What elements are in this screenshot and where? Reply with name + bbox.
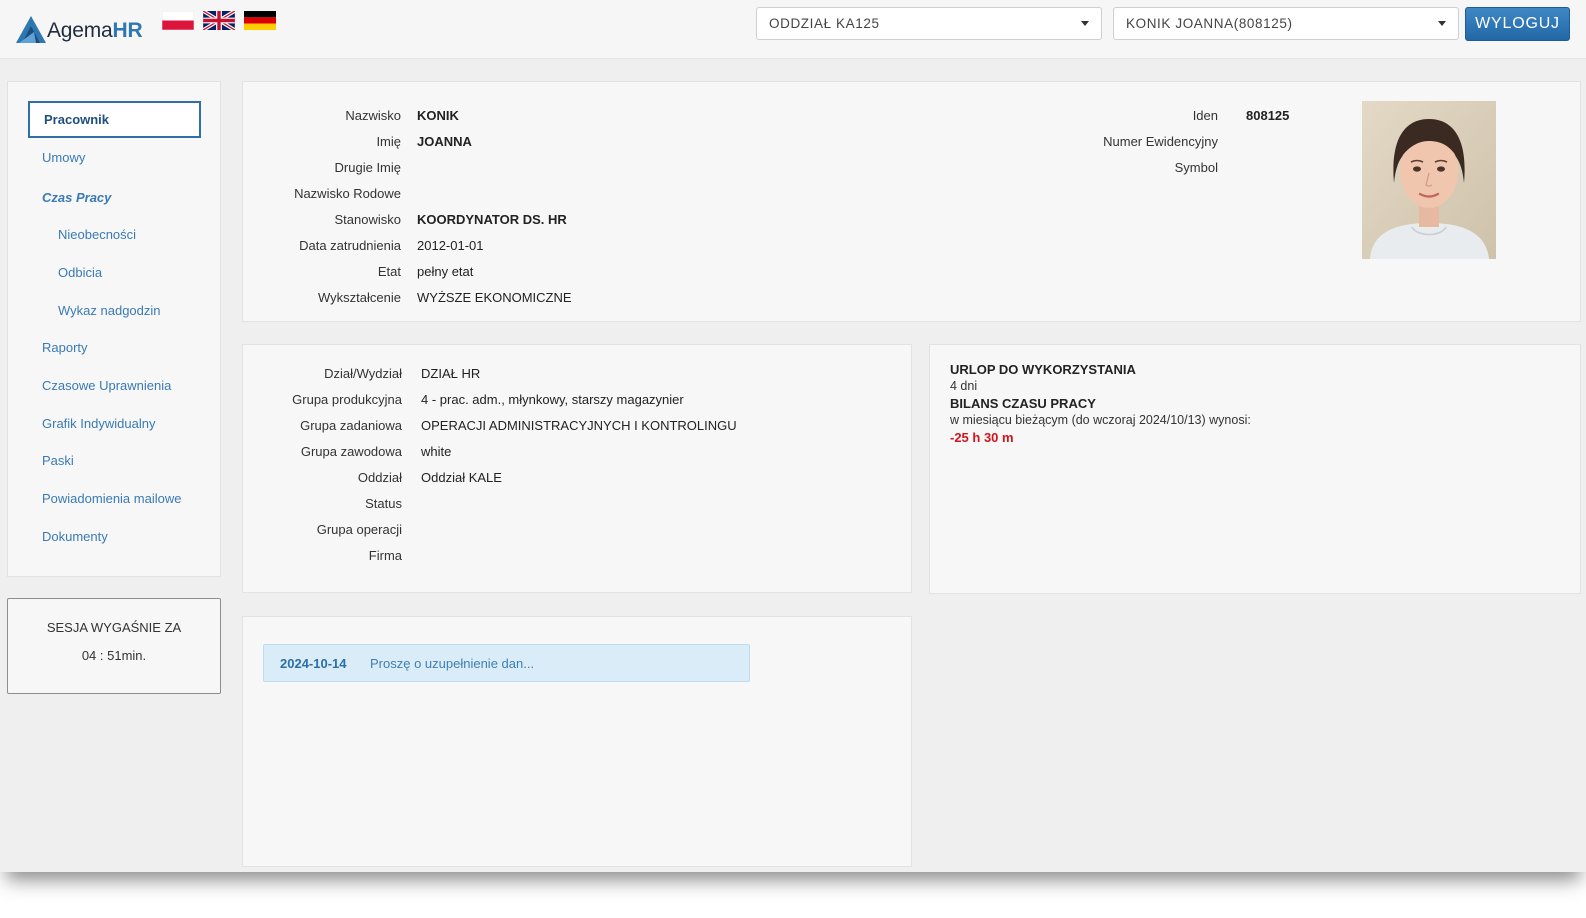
field-label: Imię [376, 134, 401, 149]
field-label: Oddział [357, 470, 402, 485]
field-label: Status [365, 496, 402, 511]
branch-value: Oddział KALE [421, 470, 502, 485]
employee-select-value: KONIK JOANNA(808125) [1126, 16, 1293, 31]
field-label: Symbol [1174, 160, 1218, 175]
field-label: Grupa zawodowa [300, 444, 402, 459]
surname-value: KONIK [417, 108, 459, 123]
session-expiry-time: 04 : 51min. [81, 648, 147, 663]
top-bar: AgemaHR ODDZIAŁ KA125 KONIK JOANNA(80812… [0, 0, 1586, 59]
sidebar-item-odbicia[interactable]: Odbicia [58, 265, 102, 280]
field-label: Iden [1192, 108, 1218, 123]
logout-button[interactable]: WYLOGUJ [1465, 7, 1570, 41]
brand-name-bold: HR [112, 19, 143, 42]
messages-panel: 2024-10-14 Proszę o uzupełnienie dan... [242, 616, 912, 867]
department-value: DZIAŁ HR [421, 366, 481, 381]
chevron-down-icon [1081, 21, 1089, 26]
app-window: AgemaHR ODDZIAŁ KA125 KONIK JOANNA(80812… [0, 0, 1586, 872]
chevron-down-icon [1438, 21, 1446, 26]
session-expiry-label: SESJA WYGAŚNIE ZA [46, 620, 182, 635]
field-label: Nazwisko [345, 108, 401, 123]
sidebar-item-czasowe-uprawnienia[interactable]: Czasowe Uprawnienia [42, 378, 171, 393]
first-name-value: JOANNA [417, 134, 472, 149]
flag-uk-icon[interactable] [203, 11, 235, 30]
sidebar-item-powiadomienia-mailowe[interactable]: Powiadomienia mailowe [42, 491, 181, 506]
field-label: Etat [377, 264, 401, 279]
professional-group-value: white [421, 444, 452, 459]
leave-balance-panel: URLOP DO WYKORZYSTANIA 4 dni BILANS CZAS… [929, 344, 1581, 594]
position-value: KOORDYNATOR DS. HR [417, 212, 567, 227]
field-label: Dział/Wydział [324, 366, 402, 381]
field-label: Nazwisko Rodowe [294, 186, 401, 201]
agema-logo-icon [16, 16, 46, 43]
worktime-title: BILANS CZASU PRACY [950, 396, 1096, 411]
sidebar-item-raporty[interactable]: Raporty [42, 340, 88, 355]
field-label: Grupa produkcyjna [292, 392, 402, 407]
iden-value: 808125 [1246, 108, 1290, 123]
personal-info-panel: Nazwisko KONIK Imię JOANNA Drugie Imię N… [242, 81, 1581, 322]
sidebar-item-grafik-indywidualny[interactable]: Grafik Indywidualny [42, 416, 155, 431]
department-select[interactable]: ODDZIAŁ KA125 [756, 7, 1102, 40]
hire-date-value: 2012-01-01 [417, 238, 484, 253]
sidebar-item-nieobecnosci[interactable]: Nieobecności [58, 227, 136, 242]
leave-title: URLOP DO WYKORZYSTANIA [950, 362, 1136, 377]
field-label: Numer Ewidencyjny [1103, 134, 1218, 149]
education-value: WYŻSZE EKONOMICZNE [417, 290, 572, 305]
task-group-value: OPERACJI ADMINISTRACYJNYCH I KONTROLINGU [421, 418, 737, 433]
field-label: Drugie Imię [334, 160, 401, 175]
department-select-value: ODDZIAŁ KA125 [769, 16, 880, 31]
worktime-balance-value: -25 h 30 m [950, 430, 1014, 445]
leave-value: 4 dni [950, 379, 978, 393]
employment-value: pełny etat [417, 264, 474, 279]
field-label: Firma [368, 548, 402, 563]
sidebar-item-paski[interactable]: Paski [42, 453, 74, 468]
message-item[interactable]: 2024-10-14 Proszę o uzupełnienie dan... [263, 644, 750, 682]
sidebar-item-dokumenty[interactable]: Dokumenty [42, 529, 108, 544]
employee-select[interactable]: KONIK JOANNA(808125) [1113, 7, 1459, 40]
field-label: Wykształcenie [318, 290, 401, 305]
field-label: Data zatrudnienia [299, 238, 401, 253]
session-timer-box: SESJA WYGAŚNIE ZA 04 : 51min. [7, 598, 221, 694]
message-date: 2024-10-14 [280, 656, 347, 671]
organization-panel: Dział/Wydział DZIAŁ HR Grupa produkcyjna… [242, 344, 912, 593]
brand-name-plain: Agema [47, 19, 113, 42]
sidebar-nav: Pracownik Umowy Czas Pracy Nieobecności … [7, 81, 221, 577]
flag-germany-icon[interactable] [244, 11, 276, 30]
field-label: Grupa operacji [316, 522, 402, 537]
flag-poland-icon[interactable] [162, 11, 194, 30]
sidebar-item-umowy[interactable]: Umowy [42, 150, 85, 165]
message-text: Proszę o uzupełnienie dan... [370, 656, 535, 671]
sidebar-item-wykaz-nadgodzin[interactable]: Wykaz nadgodzin [58, 303, 161, 318]
employee-photo [1362, 101, 1496, 259]
field-label: Grupa zadaniowa [300, 418, 402, 433]
sidebar-item-pracownik[interactable]: Pracownik [28, 101, 201, 138]
agema-hr-logo[interactable]: AgemaHR [16, 10, 143, 44]
field-label: Stanowisko [334, 212, 401, 227]
worktime-description: w miesiącu bieżącym (do wczoraj 2024/10/… [950, 413, 1251, 427]
production-group-value: 4 - prac. adm., młynkowy, starszy magazy… [421, 392, 684, 407]
sidebar-item-czas-pracy[interactable]: Czas Pracy [42, 190, 111, 205]
brand-name: AgemaHR [47, 18, 143, 44]
